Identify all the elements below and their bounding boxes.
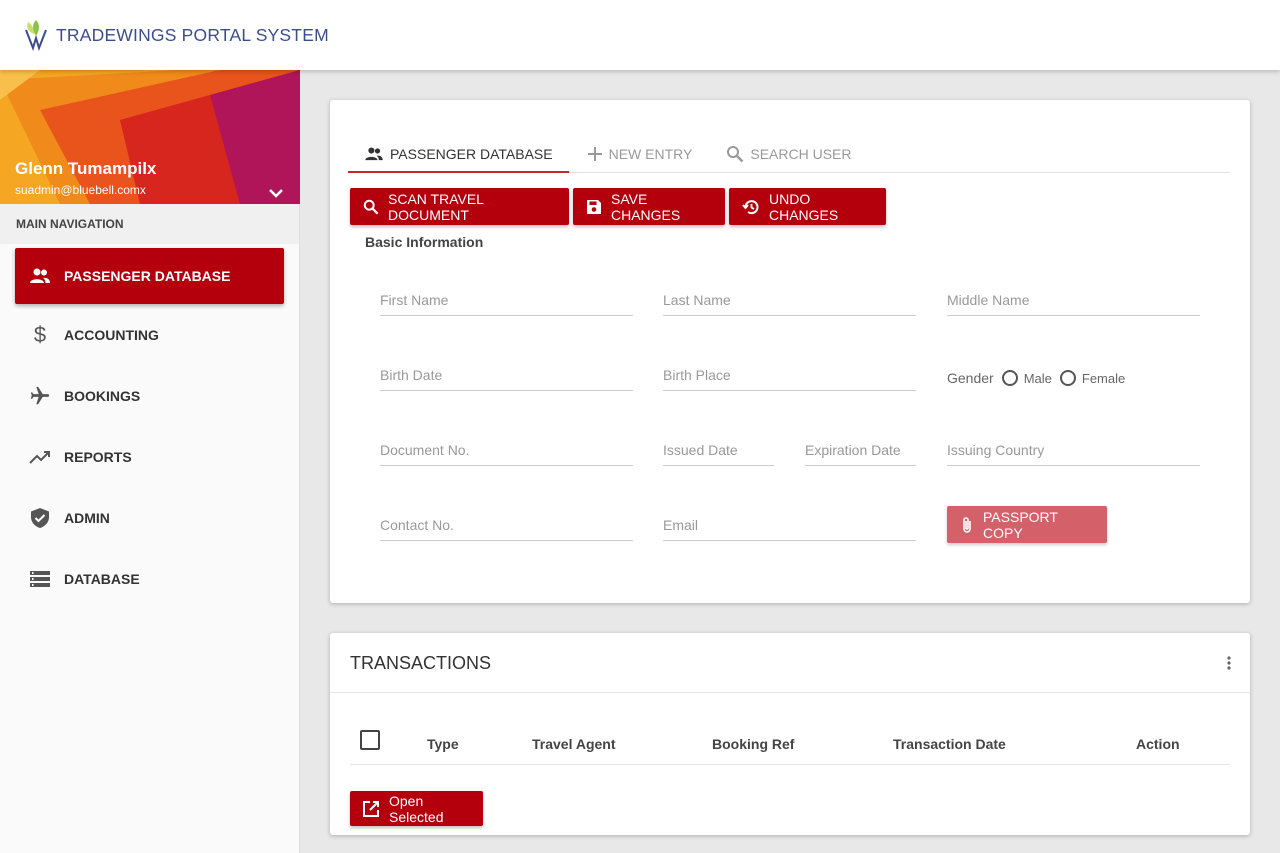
email-field[interactable]: Email: [663, 515, 916, 541]
gender-male-radio[interactable]: [1001, 370, 1018, 386]
tab-new-entry[interactable]: NEW ENTRY: [571, 136, 709, 172]
button-label: Open Selected: [389, 792, 444, 825]
issuing-country-field[interactable]: Issuing Country: [947, 440, 1200, 466]
issued-date-field[interactable]: Issued Date: [663, 440, 774, 466]
column-header-booking-ref[interactable]: Booking Ref: [712, 736, 794, 752]
button-label: UNDO CHANGES: [769, 190, 839, 223]
sidebar-item-label: REPORTS: [64, 448, 132, 465]
paperclip-icon: [960, 516, 974, 534]
open-selected-button[interactable]: Open Selected: [350, 791, 483, 826]
transactions-title: TRANSACTIONS: [350, 653, 492, 673]
gender-male-label: Male: [1023, 370, 1052, 386]
trending-up-icon: [28, 445, 52, 469]
divider: [330, 692, 1250, 693]
scan-travel-document-button[interactable]: SCAN TRAVEL DOCUMENT: [350, 188, 569, 225]
section-title: Basic Information: [365, 234, 484, 250]
open-in-new-icon: [362, 800, 380, 818]
list-icon: [28, 567, 52, 591]
sidebar-item-reports[interactable]: REPORTS: [0, 426, 299, 487]
transactions-card: TRANSACTIONS Type Travel Agent Booking R…: [330, 633, 1250, 835]
chevron-down-icon[interactable]: [266, 186, 286, 202]
profile-name: Glenn Tumampilx: [15, 159, 157, 178]
dollar-icon: $: [33, 321, 47, 347]
contact-no-field[interactable]: Contact No.: [380, 515, 633, 541]
expiration-date-field[interactable]: Expiration Date: [805, 440, 916, 466]
passport-copy-button[interactable]: PASSPORT COPY: [947, 506, 1107, 543]
sidebar-item-bookings[interactable]: BOOKINGS: [0, 365, 299, 426]
tab-passenger-database[interactable]: PASSENGER DATABASE: [348, 136, 569, 173]
select-all-checkbox[interactable]: [360, 730, 380, 750]
column-header-type[interactable]: Type: [427, 736, 459, 752]
sidebar-item-passenger-database[interactable]: PASSENGER DATABASE: [15, 248, 284, 304]
passenger-card: PASSENGER DATABASE NEW ENTRY SEARCH USER…: [330, 100, 1250, 603]
top-bar: TRADEWINGS PORTAL SYSTEM: [0, 0, 1280, 70]
nav-header: MAIN NAVIGATION: [0, 204, 299, 244]
save-icon: [586, 199, 602, 215]
tab-bar: PASSENGER DATABASE NEW ENTRY SEARCH USER: [348, 136, 1230, 173]
shield-check-icon: [28, 506, 52, 530]
sidebar-item-label: ACCOUNTING: [64, 326, 159, 343]
plus-icon: [587, 146, 603, 162]
tab-label: PASSENGER DATABASE: [390, 145, 553, 162]
sidebar: Glenn Tumampilx suadmin@bluebell.comx MA…: [0, 70, 300, 853]
people-icon: [364, 146, 384, 161]
gender-female-radio[interactable]: [1059, 370, 1076, 386]
birth-place-field[interactable]: Birth Place: [663, 365, 916, 391]
people-icon: [28, 264, 52, 288]
sidebar-item-label: BOOKINGS: [64, 387, 141, 404]
history-icon: [742, 198, 760, 216]
last-name-field[interactable]: Last Name: [663, 290, 916, 316]
button-label: SCAN TRAVEL DOCUMENT: [388, 190, 484, 223]
tab-label: NEW ENTRY: [608, 146, 693, 162]
sidebar-item-database[interactable]: DATABASE: [0, 548, 299, 609]
sidebar-item-label: DATABASE: [64, 570, 140, 587]
undo-changes-button[interactable]: UNDO CHANGES: [729, 188, 886, 225]
column-header-travel-agent[interactable]: Travel Agent: [532, 736, 616, 752]
sidebar-item-label: ADMIN: [64, 509, 110, 526]
gender-label: Gender: [947, 370, 994, 386]
profile-panel: Glenn Tumampilx suadmin@bluebell.comx: [0, 70, 300, 204]
tab-label: SEARCH USER: [750, 146, 852, 162]
button-label: PASSPORT COPY: [983, 508, 1058, 541]
tradewings-logo-icon: [25, 20, 47, 52]
search-icon: [363, 199, 379, 215]
table-header: Type Travel Agent Booking Ref Transactio…: [350, 728, 1230, 765]
middle-name-field[interactable]: Middle Name: [947, 290, 1200, 316]
first-name-field[interactable]: First Name: [380, 290, 633, 316]
app-title: TRADEWINGS PORTAL SYSTEM: [56, 24, 329, 45]
sidebar-item-accounting[interactable]: $ ACCOUNTING: [0, 304, 299, 365]
profile-email: suadmin@bluebell.comx: [15, 183, 146, 197]
birth-date-field[interactable]: Birth Date: [380, 365, 633, 391]
gender-group: Gender Male Female: [947, 370, 1125, 386]
save-changes-button[interactable]: SAVE CHANGES: [573, 188, 725, 225]
more-vertical-icon[interactable]: [1226, 655, 1232, 671]
button-label: SAVE CHANGES: [611, 190, 681, 223]
gender-female-label: Female: [1081, 370, 1126, 386]
column-header-transaction-date[interactable]: Transaction Date: [893, 736, 1006, 752]
tab-search-user[interactable]: SEARCH USER: [710, 136, 867, 172]
sidebar-item-admin[interactable]: ADMIN: [0, 487, 299, 548]
airplane-icon: [28, 384, 52, 408]
search-icon: [726, 145, 744, 163]
sidebar-item-label: PASSENGER DATABASE: [64, 268, 231, 284]
document-no-field[interactable]: Document No.: [380, 440, 633, 466]
column-header-action[interactable]: Action: [1136, 736, 1180, 752]
